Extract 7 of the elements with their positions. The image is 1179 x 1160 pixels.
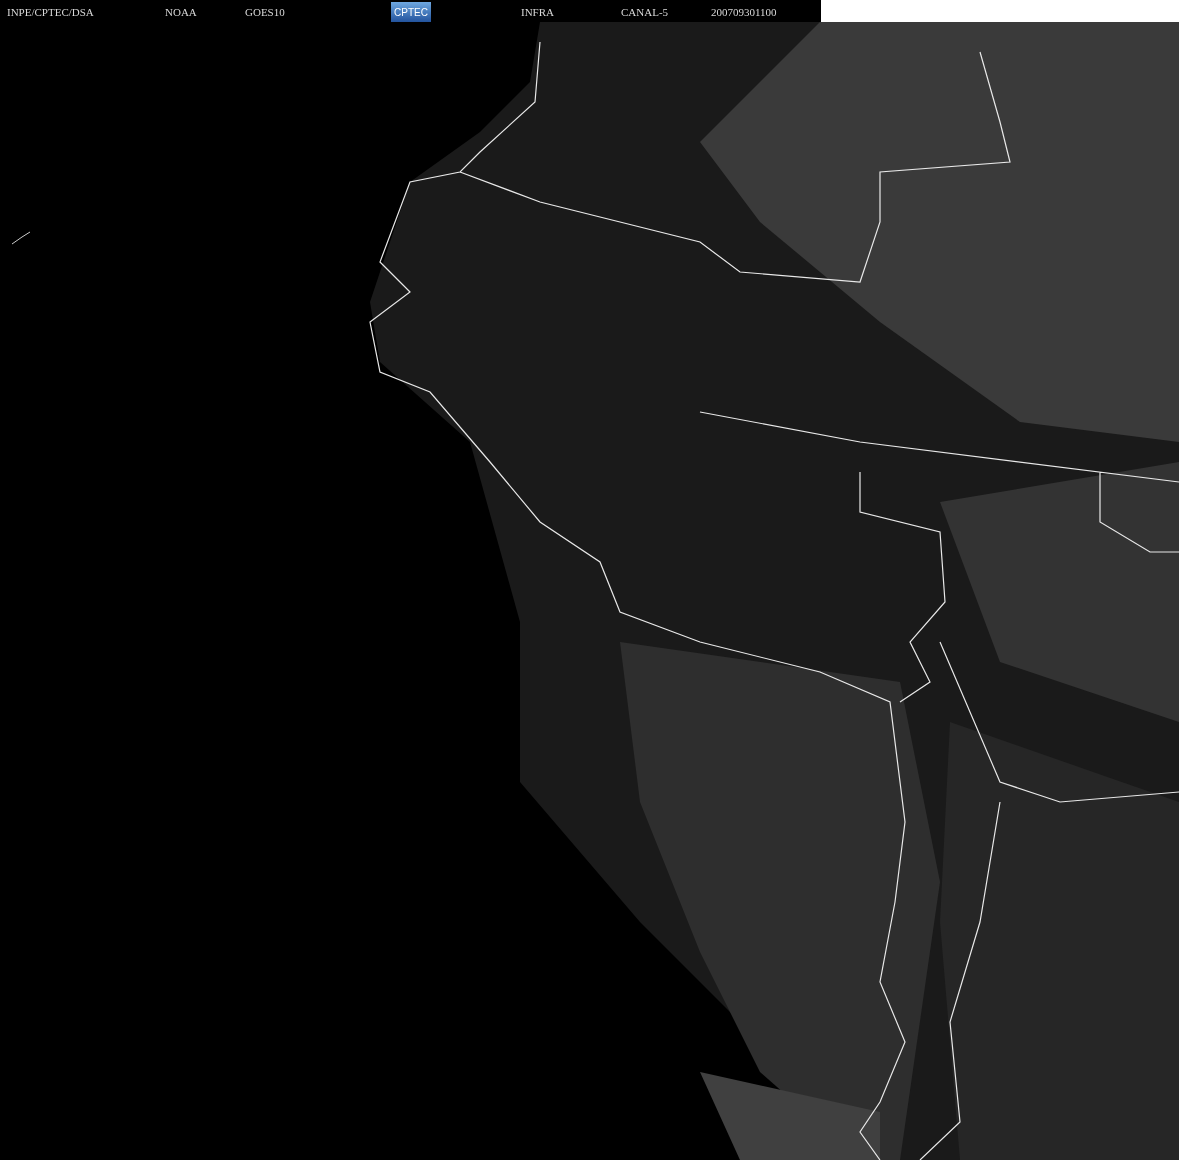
logo-badge: CPTEC [391, 2, 431, 24]
source-label: INPE/CPTEC/DSA [7, 6, 94, 18]
satellite-label: GOES10 [245, 6, 285, 18]
timestamp-label: 200709301100 [711, 6, 777, 18]
product-label: INFRA [521, 6, 554, 18]
channel-label: CANAL-5 [621, 6, 669, 18]
agency-label: NOAA [165, 6, 197, 18]
